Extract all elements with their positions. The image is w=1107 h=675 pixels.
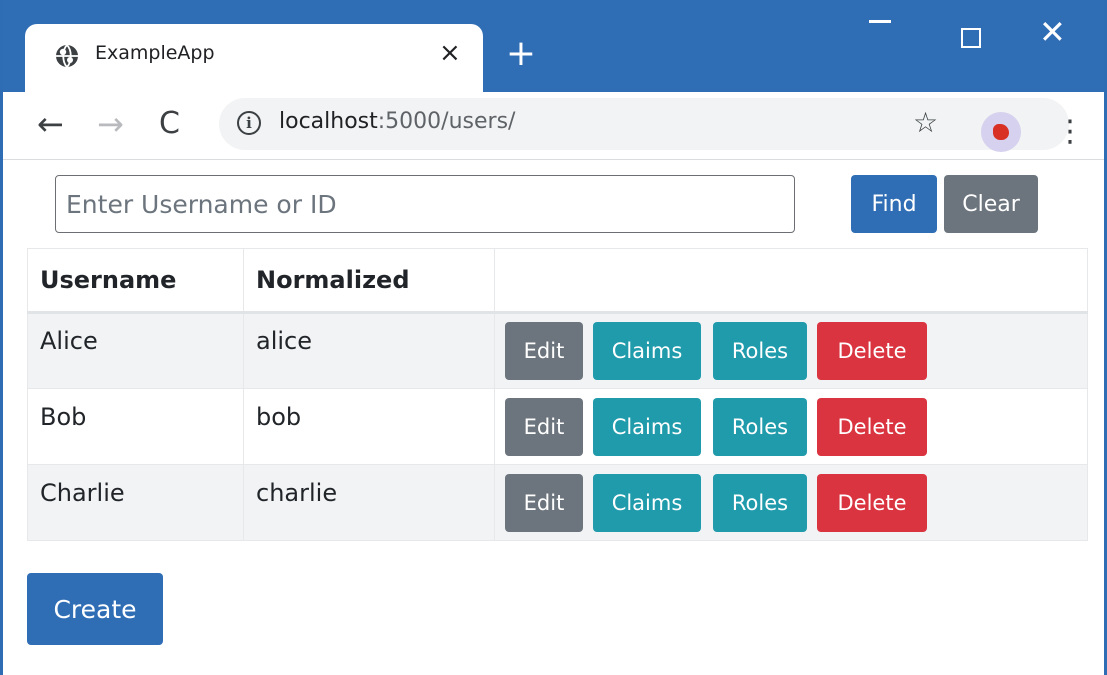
username-cell: Bob (27, 388, 244, 465)
roles-button[interactable]: Roles (713, 397, 807, 456)
url-path: :5000/users/ (377, 109, 516, 134)
edit-button[interactable]: Edit (505, 473, 583, 532)
back-button[interactable]: ← (37, 106, 64, 142)
delete-button[interactable]: Delete (817, 397, 927, 456)
claims-button[interactable]: Claims (593, 397, 701, 456)
table-header-row: Username Normalized (27, 248, 1088, 314)
find-button[interactable]: Find (851, 175, 937, 233)
actions-cell: Edit Claims Roles Delete (494, 312, 1088, 389)
bookmark-star-icon[interactable]: ☆ (913, 106, 938, 139)
new-tab-button[interactable]: + (503, 36, 539, 72)
globe-icon (56, 44, 78, 68)
title-bar: ExampleApp × + ✕ (3, 0, 1104, 92)
create-button[interactable]: Create (27, 573, 163, 645)
table-row: Bob bob Edit Claims Roles Delete (27, 388, 1088, 465)
menu-icon[interactable]: ⋮ (1055, 110, 1085, 154)
delete-button[interactable]: Delete (817, 322, 927, 380)
username-text: Alice (40, 327, 98, 355)
normalized-cell: bob (243, 388, 495, 465)
address-bar[interactable]: i localhost:5000/users/ ☆ (219, 98, 1069, 150)
normalized-cell: charlie (243, 464, 495, 541)
tab-title: ExampleApp (95, 42, 215, 64)
claims-button[interactable]: Claims (593, 473, 701, 532)
browser-toolbar: ← → C i localhost:5000/users/ ☆ (3, 92, 1104, 160)
normalized-text: bob (256, 402, 302, 431)
delete-button[interactable]: Delete (817, 473, 927, 532)
username-text: Bob (40, 402, 87, 431)
header-username: Username (27, 248, 244, 314)
info-icon[interactable]: i (237, 111, 261, 135)
actions-cell: Edit Claims Roles Delete (494, 388, 1088, 465)
username-cell: Alice (27, 312, 244, 389)
clear-button[interactable]: Clear (944, 175, 1038, 233)
browser-tab[interactable]: ExampleApp × (25, 24, 483, 92)
forward-button[interactable]: → (97, 106, 124, 142)
header-normalized: Normalized (243, 248, 495, 314)
page-content: Find Clear Username Normalized Alice ali… (3, 160, 1104, 675)
url-host: localhost (279, 109, 378, 134)
close-window-button[interactable]: ✕ (1039, 14, 1066, 50)
normalized-cell: alice (243, 312, 495, 389)
username-text: Charlie (40, 478, 125, 507)
table-row: Charlie charlie Edit Claims Roles Delete (27, 464, 1088, 541)
roles-button[interactable]: Roles (713, 473, 807, 532)
users-table: Username Normalized Alice alice Edit Cla… (27, 248, 1088, 541)
table-row: Alice alice Edit Claims Roles Delete (27, 312, 1088, 389)
avatar-icon (993, 124, 1009, 140)
edit-button[interactable]: Edit (505, 322, 583, 380)
edit-button[interactable]: Edit (505, 397, 583, 456)
search-input[interactable] (55, 175, 795, 233)
browser-window: ExampleApp × + ✕ ← → C i localhost:5000/… (0, 0, 1107, 675)
roles-button[interactable]: Roles (713, 322, 807, 380)
header-actions (494, 248, 1088, 314)
tab-close-icon[interactable]: × (439, 38, 461, 68)
maximize-button[interactable] (961, 28, 981, 48)
normalized-text: alice (256, 327, 313, 355)
username-cell: Charlie (27, 464, 244, 541)
reload-button[interactable]: C (159, 106, 180, 142)
profile-avatar[interactable] (981, 112, 1021, 152)
minimize-button[interactable] (869, 20, 891, 23)
url-text[interactable]: localhost:5000/users/ (279, 109, 515, 134)
normalized-text: charlie (256, 478, 338, 507)
actions-cell: Edit Claims Roles Delete (494, 464, 1088, 541)
claims-button[interactable]: Claims (593, 322, 701, 380)
